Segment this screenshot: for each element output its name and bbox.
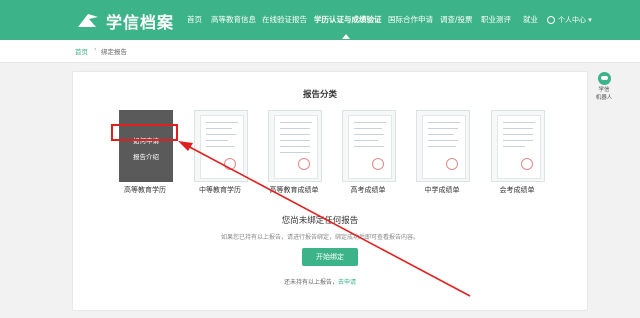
nav-intl-cooperation[interactable]: 国际合作申请 <box>388 0 433 40</box>
report-label-secondary-edu-degree[interactable]: 中等教育学历 <box>180 185 260 195</box>
report-label-higher-edu-transcript[interactable]: 高等教育成绩单 <box>254 185 334 195</box>
section-title: 报告分类 <box>302 90 337 100</box>
transcript-thumbnail <box>348 115 392 179</box>
breadcrumb-home[interactable]: 首页 <box>75 46 88 56</box>
empty-state-title: 您尚未绑定任何报告 <box>281 216 359 226</box>
breadcrumb: 首页 › 绑定报告 <box>0 40 640 63</box>
robot-label-line1: 学信 <box>598 87 610 93</box>
logo-text: 学信档案 <box>106 13 175 32</box>
report-label-gaokao-transcript[interactable]: 高考成绩单 <box>328 185 408 195</box>
seal-icon <box>224 158 236 170</box>
breadcrumb-separator: › <box>94 45 97 53</box>
nav-online-verify-report[interactable]: 在线验证报告 <box>262 0 307 40</box>
apply-hint-text: 还未持有以上报告， <box>283 279 338 286</box>
logo[interactable]: 学信档案 <box>76 10 174 32</box>
graduation-cap-icon <box>78 14 98 27</box>
nav-survey-vote[interactable]: 调查/投票 <box>440 0 473 40</box>
nav-career-test[interactable]: 职业测评 <box>481 0 511 40</box>
apply-hint: 还未持有以上报告，去申请 <box>0 277 640 286</box>
transcript-thumbnail <box>422 115 466 179</box>
report-label-middle-school-transcript[interactable]: 中学成绩单 <box>402 185 482 195</box>
nav-higher-edu-info[interactable]: 高等教育信息 <box>211 0 256 40</box>
user-center-menu[interactable]: 个人中心 ▾ <box>547 0 592 40</box>
report-thumb-huikao-transcript[interactable] <box>491 110 545 182</box>
certificate-thumbnail <box>200 115 244 179</box>
top-nav-bar: 学信档案 首页 高等教育信息 在线验证报告 学历认证与成绩验证 国际合作申请 调… <box>0 0 640 40</box>
annotation-highlight-box <box>111 124 178 141</box>
active-nav-indicator <box>342 34 350 39</box>
seal-icon <box>446 158 458 170</box>
breadcrumb-current: 绑定报告 <box>101 48 127 56</box>
seal-icon <box>372 158 384 170</box>
start-binding-button[interactable]: 开始绑定 <box>302 248 358 266</box>
assistant-robot[interactable]: 学信 机器人 <box>593 72 615 102</box>
report-thumb-gaokao-transcript[interactable] <box>342 110 396 182</box>
robot-label-line2: 机器人 <box>595 95 613 101</box>
seal-icon <box>298 158 310 170</box>
report-label-huikao-transcript[interactable]: 会考成绩单 <box>477 185 557 195</box>
seal-icon <box>521 158 533 170</box>
transcript-thumbnail <box>274 115 318 179</box>
user-icon <box>547 16 555 24</box>
chevron-down-icon: ▾ <box>586 16 592 24</box>
nav-employment[interactable]: 就业 <box>523 0 538 40</box>
report-thumb-secondary-edu-degree[interactable] <box>194 110 248 182</box>
transcript-thumbnail <box>497 115 541 179</box>
report-intro-link[interactable]: 报告介绍 <box>120 151 172 161</box>
report-thumb-middle-school-transcript[interactable] <box>416 110 470 182</box>
empty-state-description: 如果您已持有以上报告，请进行报告绑定，绑定成功后即可查看报告内容。 <box>220 234 419 241</box>
report-thumb-higher-edu-degree[interactable]: 如何申请 报告介绍 <box>119 110 173 182</box>
robot-icon <box>597 72 611 85</box>
nav-home[interactable]: 首页 <box>187 0 202 40</box>
report-label-higher-edu-degree[interactable]: 高等教育学历 <box>105 185 185 195</box>
user-center-label: 个人中心 <box>558 16 586 24</box>
go-apply-link[interactable]: 去申请 <box>338 279 356 286</box>
report-thumb-higher-edu-transcript[interactable] <box>268 110 322 182</box>
